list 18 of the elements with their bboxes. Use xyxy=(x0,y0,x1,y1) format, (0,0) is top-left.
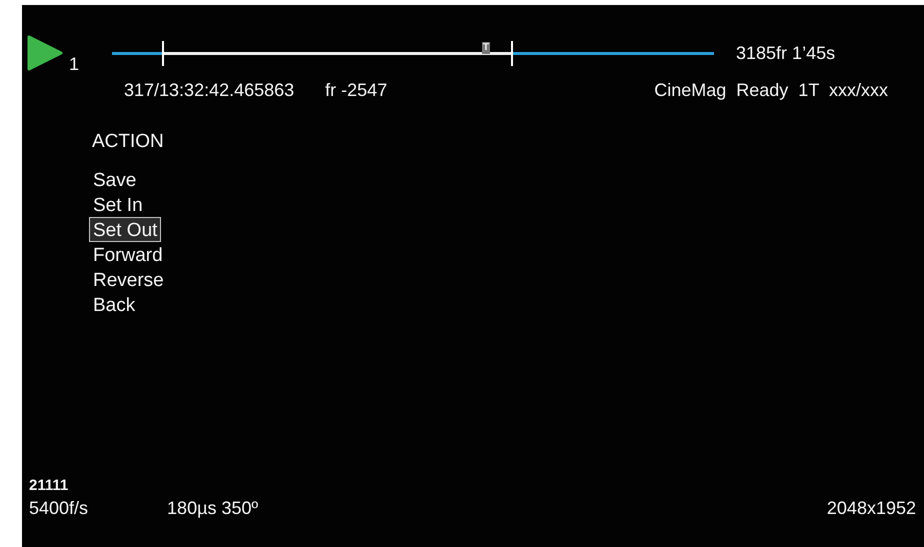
total-length: 3185fr 1’45s xyxy=(736,42,836,64)
trigger-marker: T xyxy=(482,42,490,54)
clip-number: 1 xyxy=(69,54,80,75)
camera-id: 21111 xyxy=(29,477,70,494)
timecode: 317/13:32:42.465863 xyxy=(124,80,294,100)
menu-item[interactable]: Save xyxy=(89,167,140,192)
menu-title: ACTION xyxy=(92,131,165,154)
frame-rate: 5400f/s xyxy=(29,498,88,519)
resolution: 2048x1952 xyxy=(826,498,916,519)
menu-item[interactable]: Forward xyxy=(89,242,167,267)
menu-item[interactable]: Set In xyxy=(89,192,147,217)
menu-item[interactable]: Set Out xyxy=(89,217,162,242)
play-icon xyxy=(27,35,63,71)
status-text: CineMag Ready 1T xxx/xxx xyxy=(654,80,888,100)
frame-number: fr -2547 xyxy=(325,80,388,100)
menu-item[interactable]: Reverse xyxy=(89,267,168,292)
exposure: 180µs 350º xyxy=(167,498,258,519)
menu-item[interactable]: Back xyxy=(89,292,140,317)
